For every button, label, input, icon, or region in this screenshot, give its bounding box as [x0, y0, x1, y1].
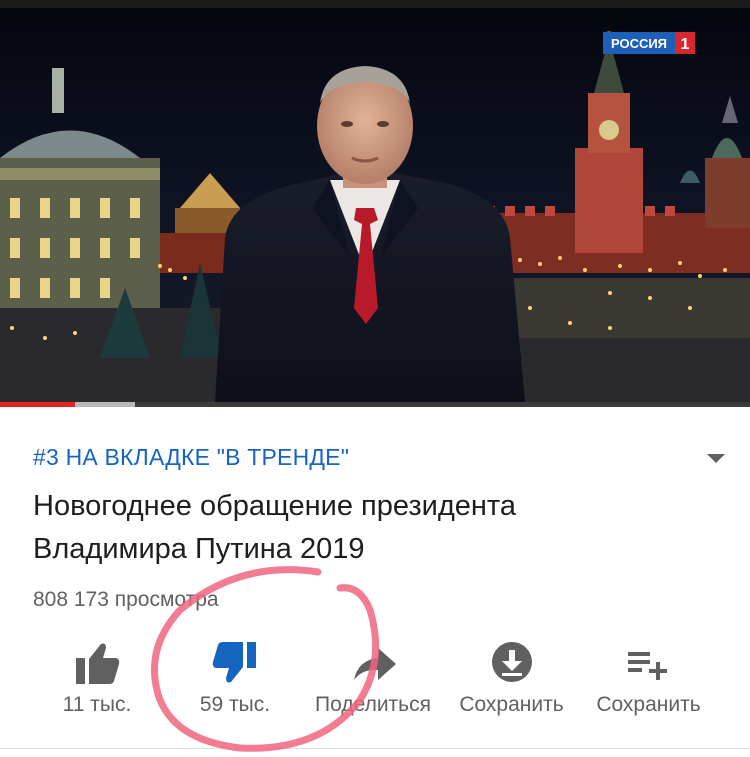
download-icon: [487, 638, 537, 688]
download-button[interactable]: Сохранить: [449, 630, 574, 730]
trending-link[interactable]: #3 НА ВКЛАДКЕ "В ТРЕНДЕ": [33, 444, 349, 471]
video-page: РОССИЯ 1 #3 НА ВКЛАДКЕ "В ТРЕНДЕ" Нового…: [0, 0, 750, 757]
dislike-button[interactable]: 59 тыс.: [180, 630, 290, 730]
expand-description-button[interactable]: [702, 446, 730, 470]
save-to-playlist-button[interactable]: Сохранить: [585, 630, 712, 730]
thumbs-down-icon: [210, 638, 260, 688]
chevron-down-icon: [702, 446, 730, 470]
progress-played: [0, 402, 75, 407]
share-arrow-icon: [350, 638, 400, 688]
video-frame: РОССИЯ 1: [0, 8, 750, 402]
thumbs-up-icon: [72, 638, 122, 688]
channel-logo-text: РОССИЯ: [611, 36, 667, 51]
divider: [0, 748, 750, 749]
download-label: Сохранить: [459, 693, 564, 716]
progress-bar[interactable]: [0, 402, 750, 407]
save-label: Сохранить: [596, 693, 701, 716]
dislike-count: 59 тыс.: [199, 693, 271, 716]
status-strip: [0, 0, 750, 8]
view-count: 808 173 просмотра: [33, 588, 219, 611]
share-label: Поделиться: [315, 693, 431, 716]
action-bar: 11 тыс. 59 тыс. Поделиться Сохранить Сох…: [0, 630, 750, 730]
channel-logo: РОССИЯ 1: [603, 32, 695, 54]
video-title: Новогоднее обращение президента Владимир…: [33, 490, 516, 565]
channel-logo-number: 1: [681, 36, 690, 53]
video-player[interactable]: РОССИЯ 1: [0, 8, 750, 402]
like-count: 11 тыс.: [62, 693, 132, 716]
like-button[interactable]: 11 тыс.: [42, 630, 152, 730]
playlist-add-icon: [625, 638, 675, 688]
share-button[interactable]: Поделиться: [303, 630, 443, 730]
